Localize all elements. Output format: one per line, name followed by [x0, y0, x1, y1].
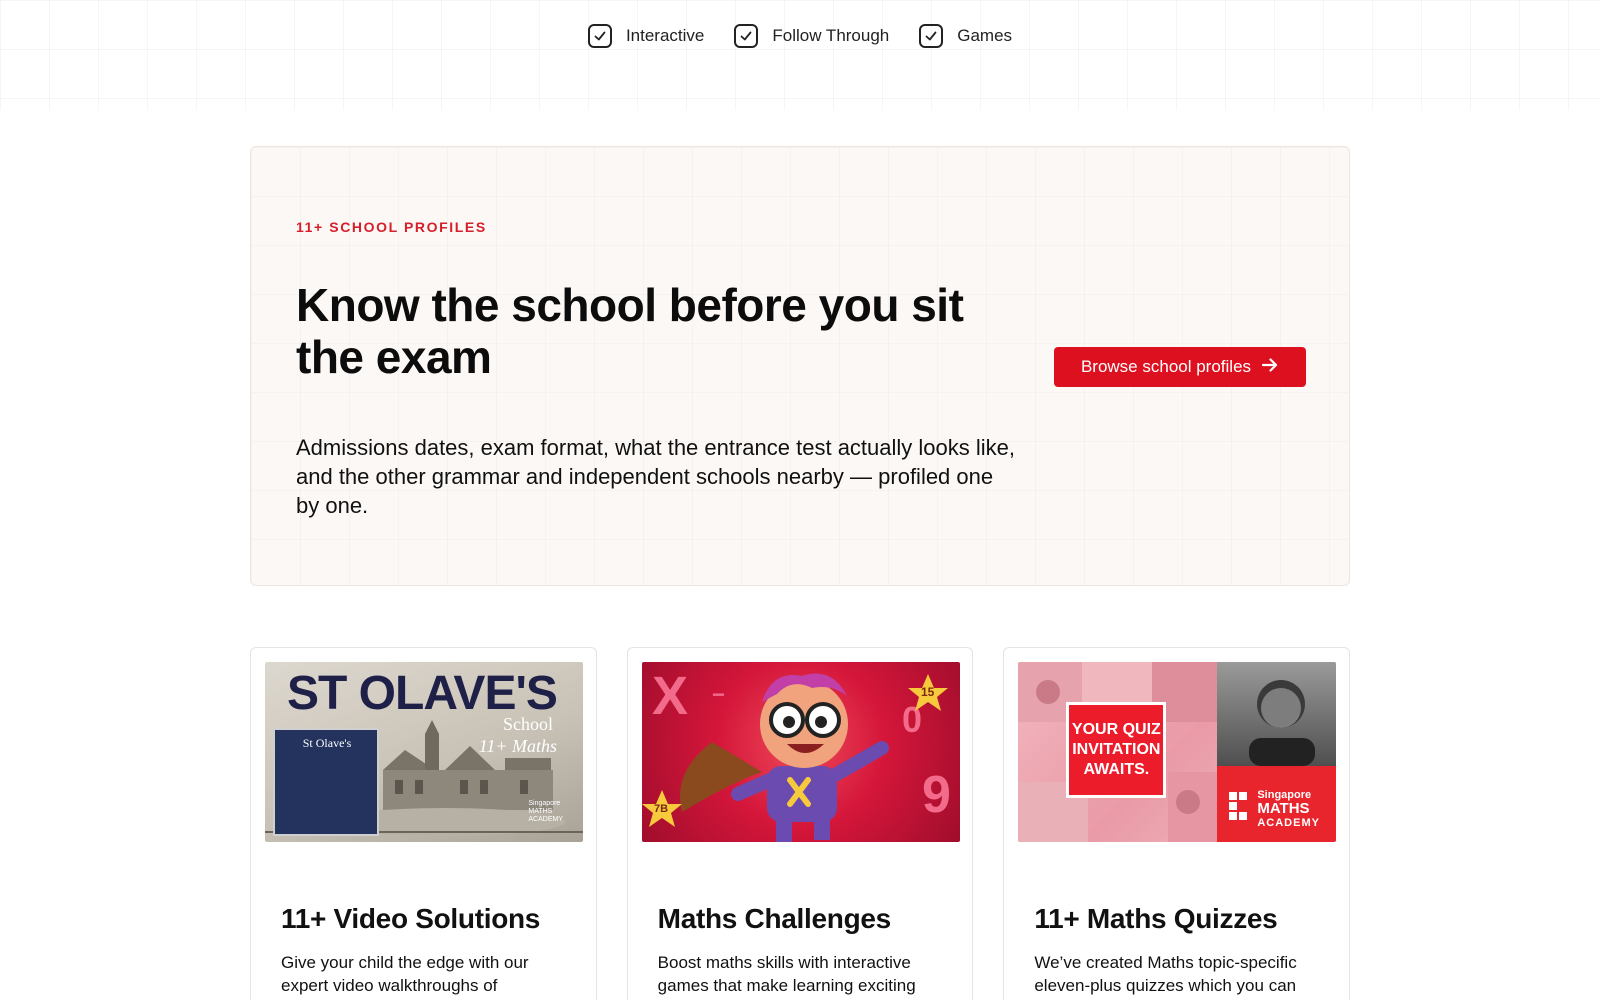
arrow-right-icon [1261, 357, 1279, 378]
card-title[interactable]: 11+ Maths Quizzes [1034, 903, 1277, 935]
resource-cards: ST OLAVE'S School 11+ Maths St Olave's S… [250, 647, 1351, 1000]
feature-label: Interactive [625, 26, 705, 45]
star-badge-label: 7B [654, 803, 668, 815]
academy-brand-text: Singapore MATHS ACADEMY [1257, 788, 1320, 830]
svg-text:9: 9 [922, 766, 951, 824]
page: Interactive Follow Through Games 11+ SCH… [0, 0, 1600, 1000]
feature-label: Follow Through [772, 26, 890, 45]
card-description: We’ve created Maths topic-specific eleve… [1034, 953, 1297, 995]
star-badge-label: 15 [921, 685, 935, 699]
brand-line: MATHS [1257, 800, 1310, 817]
card-maths-challenges[interactable]: X 9 0 − 15 7B Maths Challenges Boost mat… [626, 647, 974, 1000]
logo-line: ACADEMY [528, 816, 563, 823]
feature-label: Games [957, 26, 1013, 45]
card-description: Boost maths skills with interactive game… [657, 953, 916, 995]
feature-list: Interactive Follow Through Games [0, 24, 1600, 48]
tutor-photo [1217, 662, 1337, 766]
cta-label: Browse school profiles [1080, 357, 1252, 376]
academy-brand-block: Singapore MATHS ACADEMY [1217, 766, 1337, 842]
card-maths-quizzes[interactable]: YOUR QUIZ INVITATION AWAITS. Singapore M… [1003, 647, 1351, 1000]
feature-follow-through: Follow Through [734, 24, 889, 48]
card-video-solutions[interactable]: ST OLAVE'S School 11+ Maths St Olave's S… [250, 647, 597, 1000]
person-icon [1249, 680, 1316, 766]
check-icon [734, 24, 759, 48]
card-description: Give your child the edge with our expert… [281, 953, 529, 995]
logo-line: Singapore [528, 800, 561, 807]
feature-interactive: Interactive [587, 24, 705, 48]
feature-games: Games [919, 24, 1012, 48]
logo-line: MATHS [528, 808, 553, 815]
svg-text:−: − [712, 682, 725, 707]
check-icon [919, 24, 944, 48]
maths-challenges-thumbnail[interactable]: X 9 0 − 15 7B [641, 662, 960, 842]
school-profiles-section: 11+ SCHOOL PROFILES Know the school befo… [250, 146, 1350, 586]
brand-line: ACADEMY [1257, 817, 1320, 829]
academy-logo-icon [1229, 792, 1248, 820]
card-title[interactable]: Maths Challenges [658, 903, 892, 935]
academy-logo: Singapore MATHS ACADEMY [528, 800, 563, 824]
quiz-invitation-box: YOUR QUIZ INVITATION AWAITS. [1066, 702, 1167, 798]
sign-title: St Olave's [302, 736, 352, 750]
section-headline: Know the school before you sit the exam [296, 279, 964, 383]
check-icon [587, 24, 612, 48]
video-solutions-thumbnail[interactable]: ST OLAVE'S School 11+ Maths St Olave's S… [265, 662, 583, 842]
browse-school-profiles-button[interactable]: Browse school profiles [1054, 347, 1306, 387]
maths-quizzes-thumbnail[interactable]: YOUR QUIZ INVITATION AWAITS. Singapore M… [1018, 662, 1337, 842]
section-eyebrow: 11+ SCHOOL PROFILES [296, 219, 487, 235]
card-title[interactable]: 11+ Video Solutions [281, 903, 540, 935]
quiz-invitation-text: YOUR QUIZ INVITATION AWAITS. [1071, 721, 1161, 778]
svg-text:X: X [652, 666, 688, 726]
section-lead: Admissions dates, exam format, what the … [296, 435, 1015, 518]
school-sign: St Olave's [273, 728, 379, 836]
superhero-kid-illustration: X 9 0 − 15 7B [641, 666, 951, 842]
